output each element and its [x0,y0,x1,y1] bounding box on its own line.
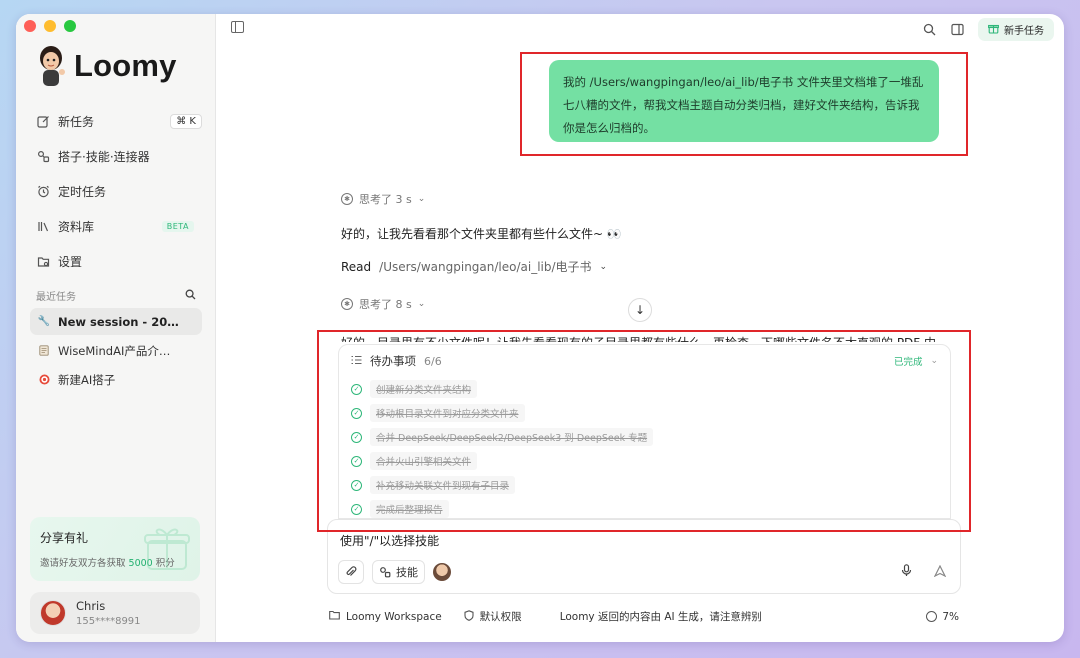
link-icon [36,150,50,164]
brand-name: Loomy [74,48,177,83]
highlight-box [520,52,968,156]
brain-icon: ✱ [341,193,353,205]
user-info: Chris 155****8991 [76,599,141,627]
agent-avatar[interactable] [433,563,451,581]
library-icon [36,220,50,234]
target-icon [38,374,50,386]
thinking-indicator[interactable]: ✱ 思考了 8 s ⌄ [341,296,425,312]
toggle-sidebar-icon[interactable] [231,21,244,33]
shortcut-badge: ⌘ K [170,114,202,129]
ai-disclaimer: Loomy 返回的内容由 AI 生成，请注意辨别 [559,611,762,623]
panel-toggle-icon[interactable] [950,23,964,37]
user-profile-card[interactable]: Chris 155****8991 [30,592,200,634]
sidebar-item-label: 资料库 [58,220,95,234]
skills-icon [380,567,391,578]
close-window-button[interactable] [24,20,36,32]
status-footer: Loomy Workspace 默认权限 Loomy 返回的内容由 AI 生成，… [329,609,959,624]
folder-icon [329,610,340,623]
search-icon [185,289,196,299]
composer-input[interactable]: 使用"/"以选择技能 [340,532,439,549]
recent-task-item[interactable]: WiseMindAI产品介… [30,337,202,364]
thinking-label: 思考了 3 s [359,193,412,206]
recent-tasks-title: 最近任务 [36,292,76,303]
thinking-indicator[interactable]: ✱ 思考了 3 s ⌄ [341,191,425,207]
brand: Loomy [34,44,177,88]
usage-percent: 7% [942,610,959,623]
recent-task-label: 新建AI搭子 [58,372,116,387]
chevron-down-icon: ⌄ [417,194,426,204]
document-icon [38,345,50,357]
app-window: Loomy 新任务 ⌘ K 搭子·技能·连接器 定时任务 资料库 BETA 设置… [16,14,1064,642]
header-actions: 新手任务 [922,18,1054,41]
recent-task-item[interactable]: 🔧 New session - 20… [30,308,202,335]
chevron-down-icon: ⌄ [599,261,608,272]
workspace-label[interactable]: Loomy Workspace [346,611,442,623]
thinking-label: 思考了 8 s [359,298,412,311]
share-reward-card[interactable]: 分享有礼 邀请好友双方各获取 5000 积分 [30,517,200,581]
main-panel: 新手任务 我的 /Users/wangpingan/leo/ai_lib/电子书… [217,14,1064,642]
beginner-tasks-label: 新手任务 [1004,26,1044,37]
chevron-down-icon: ⌄ [417,299,426,309]
skills-label: 技能 [396,566,418,579]
sidebar-item-new-task[interactable]: 新任务 ⌘ K [30,104,202,139]
composer-actions [901,564,947,580]
gift-icon [988,23,999,37]
attach-button[interactable] [338,560,364,584]
sidebar-item-connectors[interactable]: 搭子·技能·连接器 [30,139,202,174]
avatar [40,600,66,626]
assistant-message: 好的，让我先看看那个文件夹里都有些什么文件~ 👀 [341,227,622,241]
microphone-icon[interactable] [901,564,912,580]
paperclip-icon [346,566,357,576]
recent-tasks-header: 最近任务 [36,288,196,303]
brain-icon: ✱ [341,298,353,310]
tool-call-read[interactable]: Read /Users/wangpingan/leo/ai_lib/电子书 ⌄ [341,258,607,275]
search-recent-button[interactable] [185,289,196,303]
share-desc-prefix: 邀请好友双方各获取 [40,558,126,569]
minimize-window-button[interactable] [44,20,56,32]
sidebar-item-label: 新任务 [58,115,95,129]
context-usage: 7% [926,611,959,623]
shield-icon [464,609,474,624]
alarm-icon [36,185,50,199]
sidebar-item-settings[interactable]: 设置 [30,244,202,279]
send-icon[interactable] [933,564,947,580]
sidebar-item-label: 定时任务 [58,185,107,199]
sidebar: Loomy 新任务 ⌘ K 搭子·技能·连接器 定时任务 资料库 BETA 设置… [16,14,216,642]
skills-button[interactable]: 技能 [372,560,425,584]
user-phone: 155****8991 [76,616,141,627]
recent-task-label: WiseMindAI产品介… [58,343,171,358]
recent-task-item[interactable]: 新建AI搭子 [30,366,202,393]
tool-verb: Read [341,259,372,274]
user-name: Chris [76,599,106,613]
search-icon[interactable] [922,23,936,37]
mascot-logo-icon [40,46,65,86]
beta-badge: BETA [161,221,194,232]
window-controls [24,20,76,32]
sidebar-item-label: 搭子·技能·连接器 [58,150,150,164]
recent-task-label: New session - 20… [58,314,179,329]
gift-icon [144,528,190,570]
wrench-icon: 🔧 [37,316,51,327]
usage-ring-icon [926,611,938,622]
scroll-to-bottom-button[interactable]: ↓ [628,298,652,322]
edit-icon [36,115,50,129]
sidebar-item-scheduled-tasks[interactable]: 定时任务 [30,174,202,209]
recent-tasks-list: 🔧 New session - 20… WiseMindAI产品介… 新建AI搭… [30,308,202,395]
tool-path: /Users/wangpingan/leo/ai_lib/电子书 [379,260,592,274]
sidebar-nav: 新任务 ⌘ K 搭子·技能·连接器 定时任务 资料库 BETA 设置 [30,104,202,279]
settings-icon [36,255,50,269]
permission-label[interactable]: 默认权限 [480,609,522,624]
arrow-down-icon: ↓ [634,303,646,317]
zoom-window-button[interactable] [64,20,76,32]
sidebar-item-label: 设置 [58,255,83,269]
beginner-tasks-button[interactable]: 新手任务 [978,18,1054,41]
highlight-box [317,330,971,532]
composer-tools: 技能 [338,560,451,584]
sidebar-item-library[interactable]: 资料库 BETA [30,209,202,244]
